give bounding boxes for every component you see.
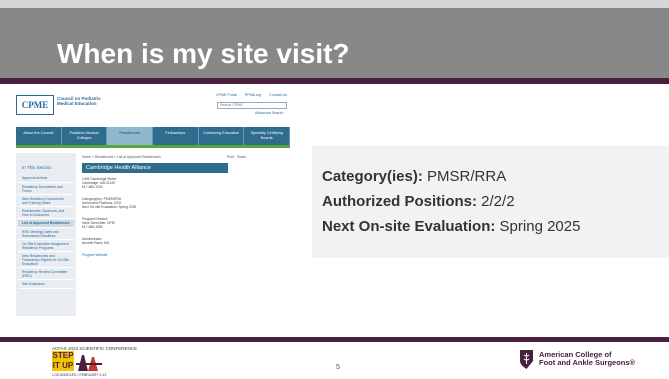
step-it-up-badge: STEP IT UP	[52, 351, 74, 371]
sidebar-item-rrc-dates[interactable]: RRC Meeting Dates and Submission Deadlin…	[18, 229, 74, 240]
program-category-block: Category(ies): PMSR/RRA Authorized Posit…	[82, 197, 222, 209]
program-info-panel: Category(ies): PMSR/RRA Authorized Posit…	[312, 146, 669, 258]
cpme-org-name: Council on Podiatric Medical Education	[57, 96, 101, 106]
evaluation-line: Next On-site Evaluation: Spring 2025	[82, 205, 137, 209]
category-value: PMSR/RRA	[427, 168, 507, 185]
sidebar-item-documents-forms[interactable]: Residency Documents and Forms	[18, 184, 74, 195]
evaluation-row: Next On-site Evaluation: Spring 2025	[322, 218, 580, 235]
sidebar-item-new-residencies[interactable]: New Residencies and Fellowships Eligible…	[18, 253, 74, 268]
nav-green-rule	[16, 145, 290, 148]
conference-logo: ACFAS 2023 SCIENTIFIC CONFERENCE STEP IT…	[52, 346, 162, 378]
title-band: When is my site visit?	[0, 0, 669, 78]
site-top-links: CPME Portal PPMA.org Contact Us	[216, 93, 287, 97]
advanced-search-link[interactable]: Advanced Search	[255, 111, 283, 115]
program-admin-block: Administrator: Annette Rand, MA	[82, 237, 222, 245]
slide: When is my site visit? CPME Council on P…	[0, 0, 669, 379]
footer-accent-bar	[0, 337, 669, 342]
positions-label: Authorized Positions:	[322, 193, 477, 210]
sidebar-item-rrc[interactable]: Residency Review Committee (RRC)	[18, 269, 74, 280]
page-number: 5	[336, 364, 340, 371]
admin-line: Annette Rand, MA	[82, 241, 109, 245]
sidebar-item-approval-actions[interactable]: Approval Actions	[18, 175, 74, 183]
nav-fellowships[interactable]: Fellowships	[153, 127, 199, 145]
program-director-block: Program Director: Hans Schneider, DPM 61…	[82, 217, 222, 229]
nav-colleges[interactable]: Podiatric Medical Colleges	[62, 127, 108, 145]
acfas-line-2: Foot and Ankle Surgeons®	[539, 358, 636, 367]
sidebar-item-onsite-assignment[interactable]: On-Site Evaluation Assignment Residency …	[18, 241, 74, 252]
program-address: 1493 Cambridge Street Cambridge, MA 0213…	[82, 177, 222, 189]
site-search-input[interactable]: Search CPME	[217, 102, 287, 109]
nav-continuing-education[interactable]: Continuing Education	[199, 127, 245, 145]
category-label: Category(ies):	[322, 168, 423, 185]
nav-residencies[interactable]: Residencies	[107, 127, 154, 145]
sidebar-item-new-documents[interactable]: New Residency Documents and Training Dat…	[18, 196, 74, 207]
sidebar-item-site-evaluators[interactable]: Site Evaluators	[18, 281, 74, 289]
acfas-shield-icon	[520, 350, 533, 369]
positions-row: Authorized Positions: 2/2/2	[322, 193, 515, 210]
evaluation-label: Next On-site Evaluation:	[322, 218, 496, 235]
top-link-contact[interactable]: Contact Us	[269, 93, 287, 97]
site-sidebar: In This Section Approval Actions Residen…	[16, 153, 76, 316]
category-row: Category(ies): PMSR/RRA	[322, 168, 506, 185]
title-top-rule	[0, 0, 669, 8]
evaluation-value: Spring 2025	[499, 218, 581, 235]
acfas-org-name: American College of Foot and Ankle Surge…	[539, 351, 635, 367]
title-accent-bar	[0, 78, 669, 84]
step-line-1: STEP	[52, 351, 74, 360]
top-link-portal[interactable]: CPME Portal	[216, 93, 237, 97]
landmark-icon	[76, 355, 102, 371]
sidebar-title: In This Section	[22, 165, 52, 170]
cpme-logo: CPME	[16, 95, 54, 115]
sidebar-item-approved-residencies[interactable]: List of Approved Residencies	[18, 220, 74, 228]
conference-location: LOS ANGELES • FEBRUARY 9-12	[52, 373, 107, 377]
sidebar-item-sponsors[interactable]: Residencies, Sponsors, and How to Docume…	[18, 208, 74, 219]
slide-title: When is my site visit?	[57, 38, 350, 69]
top-link-ppma[interactable]: PPMA.org	[245, 93, 261, 97]
director-line: 617-665-1080	[82, 225, 103, 229]
breadcrumb[interactable]: Home » Residencies » List of Approved Re…	[82, 155, 161, 159]
program-website-link[interactable]: Program Website	[82, 253, 222, 257]
positions-value: 2/2/2	[481, 193, 515, 210]
site-nav-bar: About the Council Podiatric Medical Coll…	[16, 127, 291, 145]
nav-about[interactable]: About the Council	[16, 127, 62, 145]
cpme-website-screenshot: CPME Council on Podiatric Medical Educat…	[12, 89, 294, 321]
step-line-2: IT UP	[52, 361, 74, 370]
program-title: Cambridge Health Alliance	[82, 163, 228, 173]
nav-specialty-boards[interactable]: Specialty Certifying Boards	[244, 127, 291, 145]
address-line: 617-665-1000	[82, 185, 103, 189]
print-share-link[interactable]: Print · Share	[227, 155, 246, 159]
